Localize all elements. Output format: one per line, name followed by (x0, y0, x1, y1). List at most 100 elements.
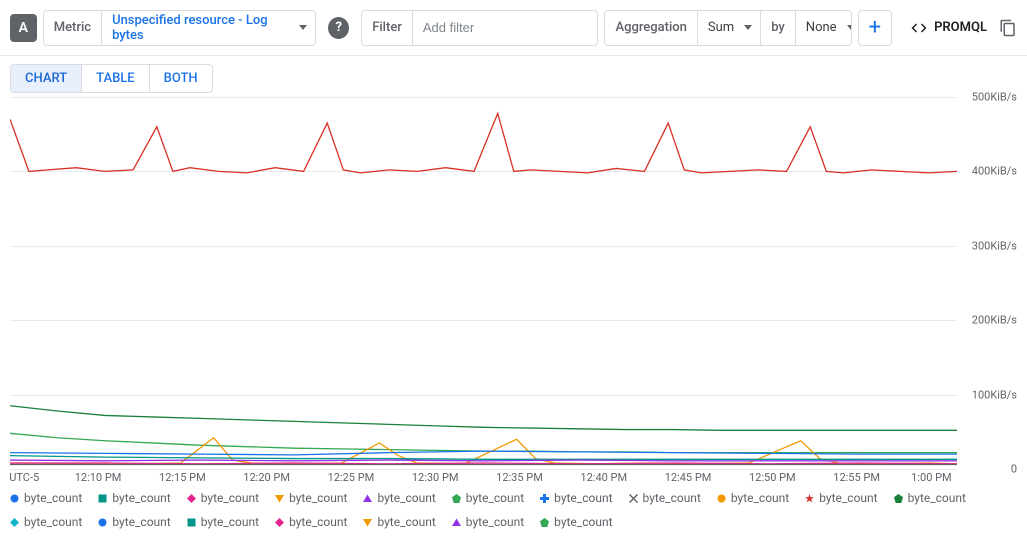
legend-item[interactable]: byte_count (629, 491, 701, 505)
legend-label: byte_count (908, 491, 966, 505)
metric-selector[interactable]: Metric Unspecified resource - Log bytes (43, 10, 317, 46)
legend-marker (187, 494, 196, 503)
legend-label: byte_count (201, 515, 259, 529)
legend-marker (187, 518, 196, 527)
series-line (10, 456, 957, 460)
code-icon (910, 19, 928, 37)
legend: byte_count byte_count byte_count byte_count… (0, 487, 1027, 537)
tab-table[interactable]: TABLE (82, 64, 150, 93)
filter-control[interactable]: Filter (361, 10, 598, 46)
x-tick-label: 12:35 PM (496, 471, 543, 484)
legend-label: byte_count (112, 491, 170, 505)
aggregation-label: Aggregation (605, 11, 697, 45)
legend-item[interactable]: byte_count (452, 491, 524, 505)
query-toolbar: A Metric Unspecified resource - Log byte… (0, 0, 1027, 56)
x-tick-label: 12:50 PM (749, 471, 796, 484)
chevron-down-icon (847, 25, 852, 30)
legend-marker (452, 494, 461, 503)
legend-label: byte_count (466, 491, 524, 505)
legend-marker (717, 494, 726, 503)
legend-item[interactable]: byte_count (275, 491, 347, 505)
legend-label: byte_count (24, 491, 82, 505)
aggregation-value[interactable]: Sum (698, 20, 760, 35)
x-tick-label: 12:45 PM (665, 471, 712, 484)
legend-item[interactable]: byte_count (10, 515, 82, 529)
legend-marker (452, 518, 461, 527)
y-tick-label: 300KiB/s (972, 239, 1017, 252)
legend-label: byte_count (201, 491, 259, 505)
legend-item[interactable]: byte_count (98, 515, 170, 529)
legend-label: byte_count (731, 491, 789, 505)
legend-item[interactable]: byte_count (540, 515, 612, 529)
legend-item[interactable]: byte_count (10, 491, 82, 505)
series-line (10, 406, 957, 431)
legend-marker (894, 494, 903, 503)
legend-label: byte_count (377, 515, 435, 529)
legend-item[interactable]: byte_count (717, 491, 789, 505)
legend-item[interactable]: byte_count (187, 515, 259, 529)
chevron-down-icon (299, 25, 307, 30)
legend-item[interactable]: byte_count (894, 491, 966, 505)
legend-marker (805, 494, 814, 503)
x-tick-label: 1:00 PM (911, 471, 951, 484)
help-icon[interactable]: ? (328, 17, 349, 39)
promql-button[interactable]: PROMQL (904, 19, 993, 37)
x-tick-label: 12:20 PM (243, 471, 290, 484)
chevron-down-icon (744, 25, 752, 30)
series-line (10, 433, 957, 452)
series-line (10, 463, 957, 464)
legend-marker (540, 518, 549, 527)
add-query-button[interactable]: + (858, 10, 892, 46)
metric-label: Metric (44, 11, 102, 45)
legend-item[interactable]: byte_count (805, 491, 877, 505)
legend-label: byte_count (289, 491, 347, 505)
y-axis: 0100KiB/s200KiB/s300KiB/s400KiB/s500KiB/… (959, 97, 1017, 469)
y-tick-label: 500KiB/s (972, 91, 1017, 104)
legend-label: byte_count (554, 491, 612, 505)
legend-label: byte_count (554, 515, 612, 529)
filter-input[interactable] (413, 11, 598, 45)
chart: 0100KiB/s200KiB/s300KiB/s400KiB/s500KiB/… (10, 97, 1017, 487)
legend-label: byte_count (24, 515, 82, 529)
legend-marker (275, 518, 284, 527)
x-axis: UTC-512:10 PM12:15 PM12:20 PM12:25 PM12:… (10, 471, 957, 487)
series-line (10, 460, 957, 461)
filter-label: Filter (362, 11, 413, 45)
x-tick-label: 12:15 PM (159, 471, 206, 484)
legend-item[interactable]: byte_count (187, 491, 259, 505)
legend-label: byte_count (377, 491, 435, 505)
x-tick-label: 12:55 PM (833, 471, 880, 484)
x-tick-label: 12:25 PM (328, 471, 375, 484)
legend-item[interactable]: byte_count (452, 515, 524, 529)
legend-marker (98, 518, 107, 527)
legend-marker (275, 494, 284, 503)
y-tick-label: 0 (1011, 463, 1017, 476)
aggregation-control[interactable]: Aggregation Sum by None (604, 10, 851, 46)
x-tick-label: 12:30 PM (412, 471, 459, 484)
legend-marker (10, 518, 19, 527)
y-tick-label: 100KiB/s (972, 388, 1017, 401)
legend-item[interactable]: byte_count (363, 491, 435, 505)
y-tick-label: 400KiB/s (972, 165, 1017, 178)
metric-value[interactable]: Unspecified resource - Log bytes (102, 13, 315, 43)
tab-chart[interactable]: CHART (10, 64, 82, 93)
legend-label: byte_count (112, 515, 170, 529)
legend-marker (540, 494, 549, 503)
view-tabs: CHART TABLE BOTH (0, 56, 1027, 93)
tab-both[interactable]: BOTH (150, 64, 213, 93)
legend-item[interactable]: byte_count (98, 491, 170, 505)
legend-marker (10, 494, 19, 503)
legend-item[interactable]: byte_count (363, 515, 435, 529)
x-tick-label: 12:40 PM (580, 471, 627, 484)
copy-icon[interactable] (999, 19, 1017, 37)
legend-item[interactable]: byte_count (540, 491, 612, 505)
chart-plot (10, 97, 957, 469)
legend-marker (629, 494, 638, 503)
legend-marker (363, 518, 372, 527)
legend-label: byte_count (819, 491, 877, 505)
legend-item[interactable]: byte_count (275, 515, 347, 529)
groupby-value[interactable]: None (796, 20, 852, 35)
y-tick-label: 200KiB/s (972, 314, 1017, 327)
legend-marker (363, 494, 372, 503)
x-tick-label: UTC-5 (9, 471, 39, 484)
